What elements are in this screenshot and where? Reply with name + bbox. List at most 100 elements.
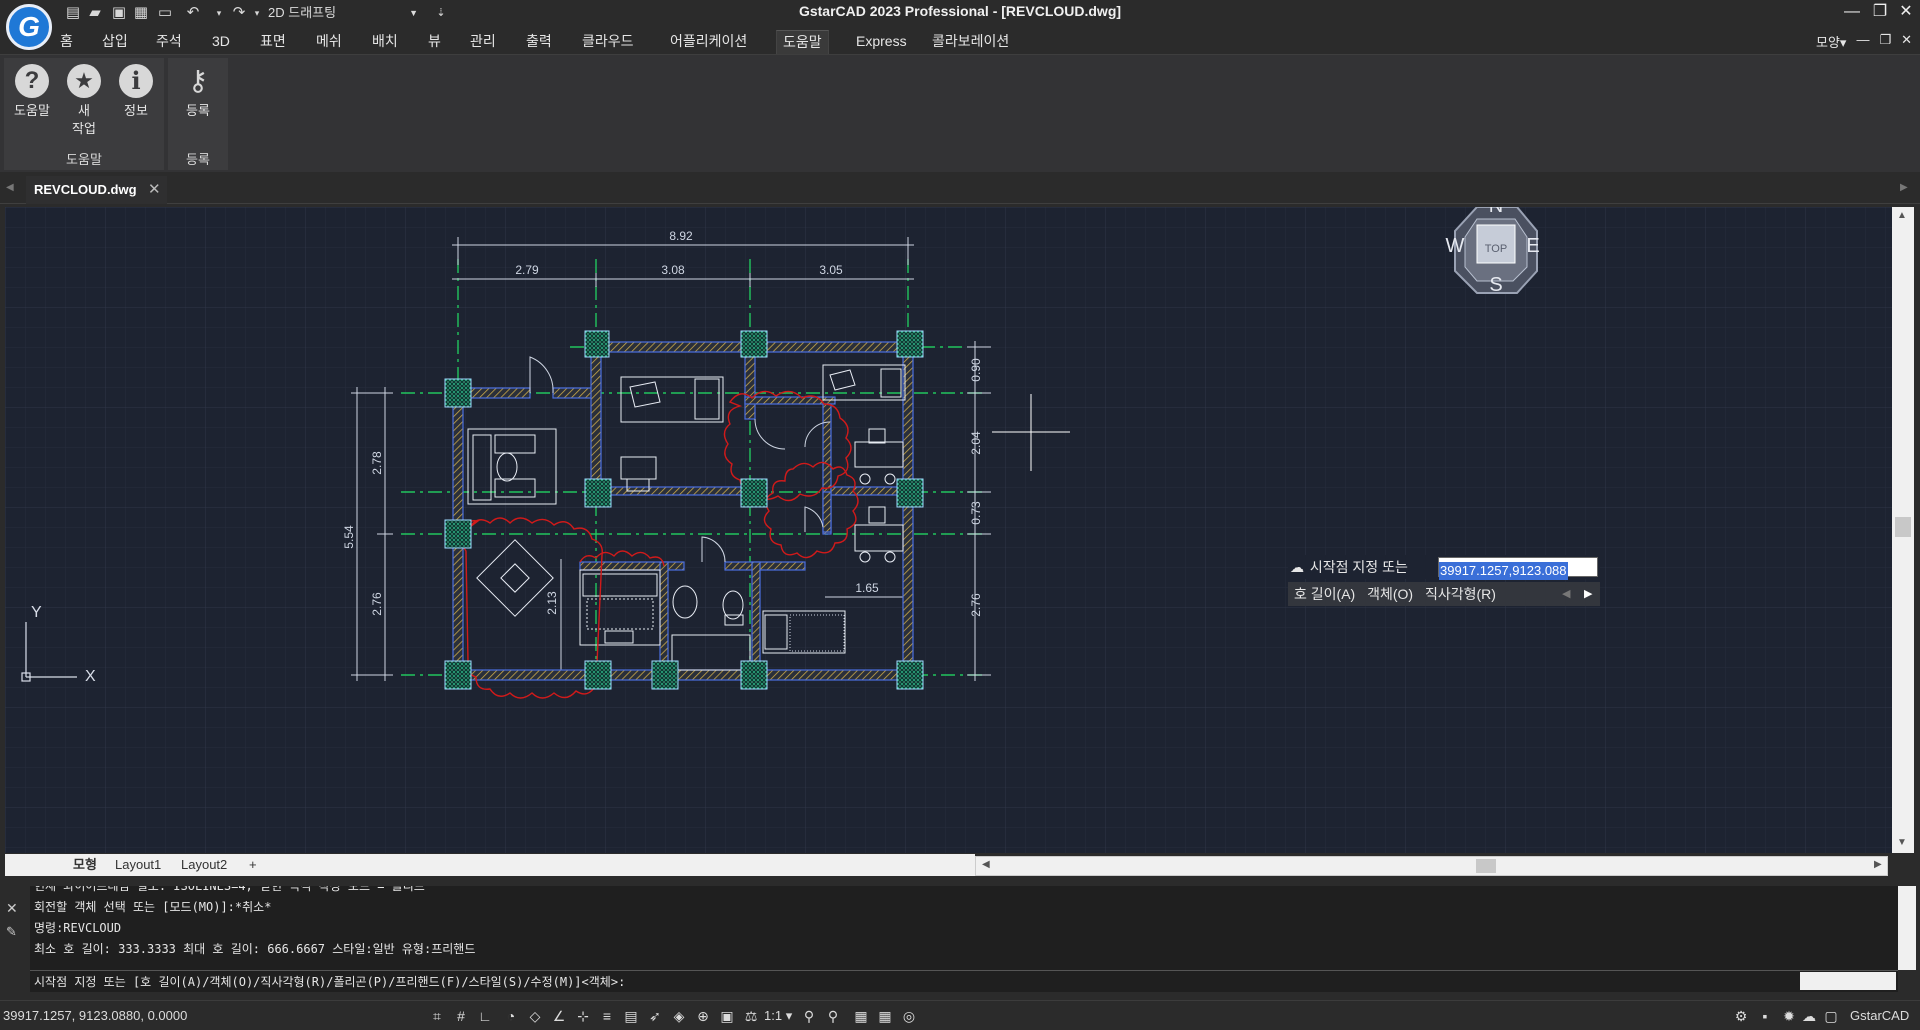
tab-add-layout[interactable]: + <box>243 854 263 876</box>
zoom-icon[interactable]: ⊕ <box>694 1008 712 1024</box>
tab-model[interactable]: 모형 <box>67 854 103 876</box>
tab-express[interactable]: Express <box>850 32 913 52</box>
scroll-up-icon[interactable]: ▲ <box>1897 210 1907 221</box>
save-icon[interactable]: ▣ <box>110 3 128 23</box>
coordinates-readout[interactable]: 39917.1257, 9123.0880, 0.0000 <box>3 1008 187 1023</box>
new-file-icon[interactable]: ▤ <box>64 3 82 23</box>
polar-tracking-icon[interactable]: ◔ <box>502 1008 520 1024</box>
options-prev-icon[interactable]: ◀ <box>1562 582 1570 606</box>
option-rectangle[interactable]: 직사각형(R) <box>1425 586 1496 602</box>
tab-manage[interactable]: 관리 <box>464 32 502 52</box>
app-logo[interactable]: G <box>6 4 52 50</box>
ortho-icon[interactable]: ∟ <box>476 1008 494 1024</box>
help-button[interactable]: ? 도움말 <box>10 64 54 120</box>
clean-screen-icon[interactable]: ▢ <box>1822 1008 1840 1024</box>
lightbulb-icon[interactable]: ✹ <box>1780 1008 1798 1024</box>
tab-scroll-right-icon[interactable]: ▶ <box>1900 182 1908 193</box>
tab-3d[interactable]: 3D <box>206 32 236 52</box>
settings-gear-icon[interactable]: ⚙ <box>1732 1008 1750 1024</box>
workspace-select[interactable]: 2D 드래프팅 ▼ <box>262 2 422 24</box>
selection-cycling-icon[interactable]: ➶ <box>646 1008 664 1024</box>
tab-output[interactable]: 출력 <box>520 32 558 52</box>
hardware-accel-icon[interactable]: ◎ <box>900 1008 918 1024</box>
tab-layout1[interactable]: Layout1 <box>109 854 167 876</box>
tab-layout2[interactable]: Layout2 <box>175 854 233 876</box>
viewcube-south[interactable]: S <box>1489 274 1502 296</box>
vertical-scrollbar[interactable]: ▲ ▼ <box>1892 207 1914 853</box>
tab-view[interactable]: 뷰 <box>422 32 447 52</box>
annotation-visibility-icon[interactable]: ⚲ <box>800 1008 818 1024</box>
lineweight-icon[interactable]: ≡ <box>598 1008 616 1024</box>
close-button[interactable]: ✕ <box>1892 0 1920 26</box>
tab-home[interactable]: 홈 <box>54 32 79 52</box>
close-icon[interactable]: ✕ <box>148 176 161 204</box>
redo-icon[interactable]: ↷ <box>230 3 248 23</box>
annotation-scale[interactable]: 1:1 ▾ <box>764 1008 792 1024</box>
isodraft-icon[interactable]: ◇ <box>526 1008 544 1024</box>
scroll-right-icon[interactable]: ▶ <box>1874 859 1882 870</box>
vertical-scroll-thumb[interactable] <box>1895 517 1911 537</box>
doc-minimize-button[interactable]: — <box>1856 32 1869 51</box>
option-arc-length[interactable]: 호 길이(A) <box>1294 586 1355 602</box>
scroll-down-icon[interactable]: ▼ <box>1897 837 1907 848</box>
history-line: 회전할 객체 선택 또는 [모드(MO)]:*취소* <box>34 900 272 914</box>
close-icon[interactable]: ✕ <box>6 900 18 917</box>
tab-help[interactable]: 도움말 <box>776 30 829 54</box>
layout-tabs: 모형 Layout1 Layout2 + <box>5 854 975 876</box>
viewcube-west[interactable]: W <box>1446 235 1465 257</box>
chevron-down-icon: ▼ <box>409 8 418 18</box>
customize-icon[interactable]: ✎ <box>6 924 17 940</box>
object-snap-icon[interactable]: ⊹ <box>574 1008 592 1024</box>
viewcube-north[interactable]: N <box>1489 207 1503 217</box>
command-line-input[interactable]: 시작점 지정 또는 [호 길이(A)/객체(O)/직사각형(R)/폴리곤(P)/… <box>30 970 1898 992</box>
cloud-icon[interactable]: ☁ <box>1800 1008 1818 1024</box>
tab-cloud[interactable]: 클라우드 <box>576 32 640 52</box>
undo-dropdown-icon[interactable]: ▾ <box>210 3 228 23</box>
tab-layout[interactable]: 배치 <box>366 32 404 52</box>
tab-insert[interactable]: 삽입 <box>96 32 134 52</box>
style-dropdown[interactable]: 모양▾ <box>1816 32 1846 51</box>
isolate-objects-icon[interactable]: ▦ <box>852 1008 870 1024</box>
open-folder-icon[interactable]: ▰ <box>86 3 104 23</box>
doc-restore-button[interactable]: ❐ <box>1879 32 1891 51</box>
grid-icon[interactable]: # <box>452 1008 470 1024</box>
layers-icon[interactable]: ◈ <box>670 1008 688 1024</box>
options-next-icon[interactable]: ▶ <box>1584 582 1592 606</box>
workspace-switch-icon[interactable]: ▣ <box>718 1008 736 1024</box>
infer-constraints-icon[interactable]: ⌗ <box>428 1008 446 1024</box>
register-button[interactable]: ⚷ 등록 <box>176 64 220 120</box>
command-scrollbar[interactable] <box>1898 886 1916 970</box>
tab-surface[interactable]: 표면 <box>254 32 292 52</box>
tab-scroll-left-icon[interactable]: ◀ <box>6 182 14 193</box>
tab-mesh[interactable]: 메쉬 <box>310 32 348 52</box>
undo-icon[interactable]: ↶ <box>184 3 202 23</box>
save-as-icon[interactable]: ▦ <box>132 3 150 23</box>
option-object[interactable]: 객체(O) <box>1367 586 1413 602</box>
horizontal-scrollbar[interactable]: ◀ ▶ <box>975 856 1888 876</box>
ucs-x-label: X <box>85 668 96 685</box>
grid-toggle-icon[interactable]: ▦ <box>876 1008 894 1024</box>
viewcube-east[interactable]: E <box>1526 235 1539 257</box>
whats-new-button[interactable]: ★ 새 작업 <box>62 64 106 138</box>
drawing-canvas[interactable]: 8.92 2.79 3.08 3.05 0.90 2.04 0.73 2.76 … <box>5 207 1892 853</box>
horizontal-scroll-thumb[interactable] <box>1476 859 1496 873</box>
scroll-left-icon[interactable]: ◀ <box>982 859 990 870</box>
restore-button[interactable]: ❐ <box>1866 0 1894 26</box>
lock-icon[interactable]: ▪ <box>1756 1008 1774 1024</box>
annotation-scale-icon[interactable]: ⚖ <box>742 1008 760 1024</box>
minimize-button[interactable]: — <box>1838 0 1866 26</box>
command-hscroll[interactable] <box>1800 972 1896 990</box>
auto-scale-icon[interactable]: ⚲ <box>824 1008 842 1024</box>
document-tab[interactable]: REVCLOUD.dwg ✕ <box>26 176 167 204</box>
object-snap-tracking-icon[interactable]: ∠ <box>550 1008 568 1024</box>
qat-customize-icon[interactable]: ⇣ <box>432 3 450 23</box>
tab-annotate[interactable]: 주석 <box>150 32 188 52</box>
dynamic-input-field[interactable]: 39917.1257,9123.088 <box>1438 557 1598 580</box>
transparency-icon[interactable]: ▤ <box>622 1008 640 1024</box>
doc-close-button[interactable]: ✕ <box>1901 32 1912 51</box>
tab-applications[interactable]: 어플리케이션 <box>664 32 753 52</box>
about-button[interactable]: i 정보 <box>114 64 158 120</box>
drawing-viewport[interactable]: 8.92 2.79 3.08 3.05 0.90 2.04 0.73 2.76 … <box>5 207 1892 853</box>
print-icon[interactable]: ▭ <box>156 3 174 23</box>
tab-collaboration[interactable]: 콜라보레이션 <box>926 32 1015 52</box>
